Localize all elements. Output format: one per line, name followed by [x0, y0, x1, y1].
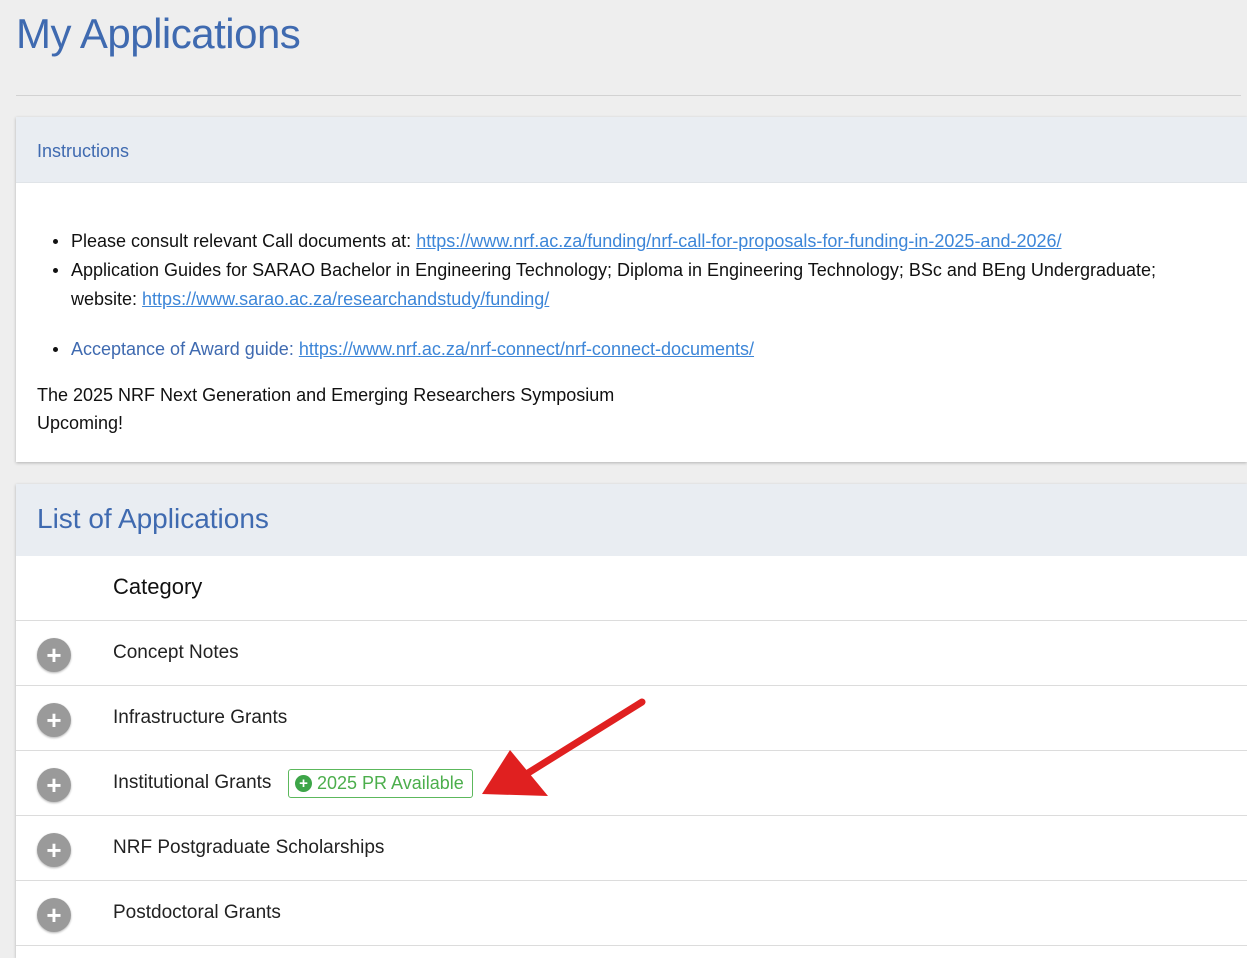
- symposium-status: Upcoming!: [37, 413, 124, 433]
- call-documents-link[interactable]: https://www.nrf.ac.za/funding/nrf-call-f…: [416, 231, 1061, 251]
- instructions-list: Please consult relevant Call documents a…: [53, 227, 1247, 364]
- instruction-text: Please consult relevant Call documents a…: [71, 231, 417, 251]
- row-label: NRF Postgraduate Scholarships: [113, 837, 385, 858]
- page-title: My Applications: [16, 10, 301, 57]
- plus-circle-icon[interactable]: +: [37, 768, 71, 802]
- plus-circle-icon[interactable]: +: [37, 638, 71, 672]
- red-arrow-icon: [482, 698, 646, 796]
- plus-circle-icon[interactable]: +: [37, 833, 71, 867]
- symposium-notice: The 2025 NRF Next Generation and Emergin…: [37, 381, 614, 437]
- list-spacer: [71, 314, 1247, 335]
- instruction-item-acceptance-guide: Acceptance of Award guide: https://www.n…: [53, 335, 1247, 364]
- table-row-concept-notes: + Concept Notes: [16, 621, 1247, 686]
- pr-available-badge[interactable]: + 2025 PR Available: [288, 769, 473, 798]
- instruction-item-sarao-guides: Application Guides for SARAO Bachelor in…: [53, 256, 1247, 314]
- instruction-text: Application Guides for SARAO Bachelor in…: [71, 260, 1157, 280]
- row-label: Institutional Grants: [113, 772, 272, 793]
- title-divider: [16, 95, 1241, 96]
- plus-circle-icon[interactable]: +: [37, 703, 71, 737]
- category-column-header: Category: [16, 556, 1247, 621]
- applications-heading: List of Applications: [16, 484, 1247, 556]
- instructions-heading: Instructions: [16, 117, 1247, 183]
- acceptance-guide-link[interactable]: https://www.nrf.ac.za/nrf-connect/nrf-co…: [299, 339, 754, 359]
- badge-label: 2025 PR Available: [317, 773, 464, 793]
- plus-circle-icon: +: [295, 775, 312, 792]
- plus-circle-icon[interactable]: +: [37, 898, 71, 932]
- instruction-item-call-documents: Please consult relevant Call documents a…: [53, 227, 1247, 256]
- row-label: Infrastructure Grants: [113, 707, 288, 728]
- row-label: Concept Notes: [113, 642, 239, 663]
- instruction-text-continued: website: https://www.sarao.ac.za/researc…: [71, 285, 1247, 314]
- symposium-title: The 2025 NRF Next Generation and Emergin…: [37, 385, 615, 405]
- table-row-postdoctoral-grants: + Postdoctoral Grants: [16, 881, 1247, 946]
- row-label: Postdoctoral Grants: [113, 902, 281, 923]
- table-row-postgraduate-scholarships: + NRF Postgraduate Scholarships: [16, 816, 1247, 881]
- instructions-panel: Instructions Please consult relevant Cal…: [16, 117, 1247, 462]
- instruction-text: website:: [71, 289, 143, 309]
- instruction-text: Acceptance of Award guide:: [71, 339, 299, 359]
- sarao-funding-link[interactable]: https://www.sarao.ac.za/researchandstudy…: [142, 289, 549, 309]
